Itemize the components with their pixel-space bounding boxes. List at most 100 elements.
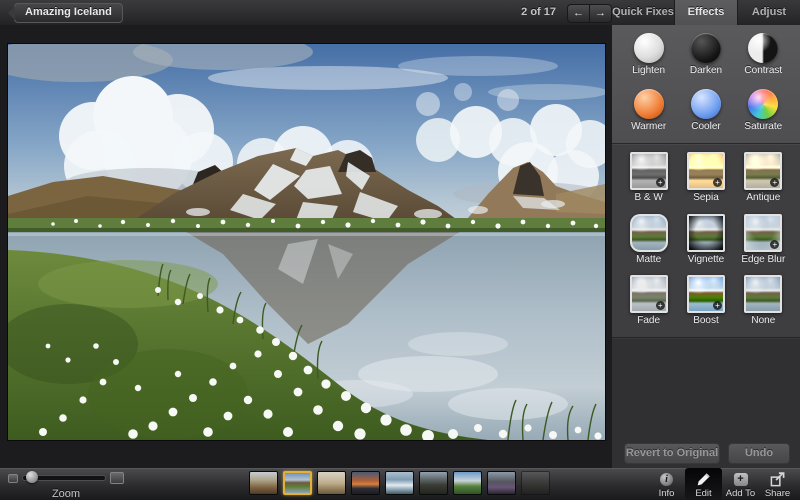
preset-thumbnail bbox=[744, 275, 783, 314]
preset-label: Matte bbox=[636, 253, 662, 265]
action-label: Share bbox=[764, 488, 791, 499]
preset-thumbnail bbox=[686, 213, 725, 252]
plus-badge-icon: + bbox=[712, 178, 722, 187]
saturate-orb-icon bbox=[748, 89, 779, 119]
preset-thumbnail bbox=[629, 213, 668, 252]
action-label: Info bbox=[658, 488, 675, 499]
main-photo[interactable] bbox=[8, 44, 605, 440]
orb-label: Cooler bbox=[691, 121, 721, 132]
preset-antique[interactable]: + Antique bbox=[735, 150, 792, 212]
effect-saturate[interactable]: Saturate bbox=[735, 85, 792, 141]
next-photo-button[interactable]: → bbox=[589, 4, 612, 23]
effect-contrast[interactable]: Contrast bbox=[735, 29, 792, 85]
effect-orbs-section: Lighten Darken Contrast Warmer Cooler Sa… bbox=[612, 25, 800, 143]
previous-photo-button[interactable]: ← bbox=[567, 4, 589, 23]
warmer-orb-icon bbox=[633, 89, 664, 119]
revert-to-original-button[interactable]: Revert to Original bbox=[624, 443, 720, 464]
edit-panel: Quick Fixes Effects Adjust Lighten Darke… bbox=[612, 0, 800, 468]
preset-boost[interactable]: + Boost bbox=[677, 273, 734, 335]
zoom-control: Zoom bbox=[8, 471, 124, 500]
add-to-button[interactable]: + Add To bbox=[722, 468, 759, 500]
preset-bw[interactable]: + B & W bbox=[620, 150, 677, 212]
toolbar-actions: i Info Edit + Add To Share bbox=[648, 468, 796, 500]
orb-label: Darken bbox=[689, 65, 723, 76]
plus-badge-icon: + bbox=[655, 178, 665, 187]
preset-label: Boost bbox=[693, 315, 719, 327]
preset-matte[interactable]: Matte bbox=[620, 212, 677, 274]
zoom-slider[interactable] bbox=[22, 471, 106, 483]
zoom-out-thumbnail-icon bbox=[8, 473, 18, 483]
effect-presets-section: + B & W + Sepia + Antique Matte Vignette… bbox=[612, 143, 800, 337]
photo-stage bbox=[0, 25, 612, 468]
top-bar: Amazing Iceland 2 of 17 ← → bbox=[0, 0, 612, 26]
filmstrip-thumbnail[interactable] bbox=[249, 471, 278, 495]
tab-effects[interactable]: Effects bbox=[674, 0, 737, 25]
preset-fade[interactable]: + Fade bbox=[620, 273, 677, 335]
effect-darken[interactable]: Darken bbox=[677, 29, 734, 85]
share-icon bbox=[770, 471, 785, 486]
shore-band bbox=[8, 218, 605, 232]
share-button[interactable]: Share bbox=[759, 468, 796, 500]
pencil-icon bbox=[697, 472, 710, 485]
zoom-label: Zoom bbox=[51, 488, 81, 500]
preset-thumbnail: + bbox=[686, 152, 725, 190]
action-label: Edit bbox=[695, 488, 712, 499]
preset-label: Fade bbox=[637, 315, 661, 327]
iphoto-edit-window: Amazing Iceland 2 of 17 ← → Quick Fixes … bbox=[0, 0, 800, 500]
tab-adjust[interactable]: Adjust bbox=[737, 0, 800, 25]
lighten-orb-icon bbox=[633, 33, 664, 63]
info-button[interactable]: i Info bbox=[648, 468, 685, 500]
preset-thumbnail: + bbox=[629, 152, 668, 190]
darken-orb-icon bbox=[690, 33, 721, 63]
contrast-orb-icon bbox=[748, 33, 779, 63]
action-label: Add To bbox=[725, 488, 756, 499]
preset-sepia[interactable]: + Sepia bbox=[677, 150, 734, 212]
preset-label: Vignette bbox=[687, 253, 725, 265]
filmstrip-thumbnail[interactable] bbox=[317, 471, 346, 495]
plus-badge-icon: + bbox=[655, 301, 665, 311]
preset-label: Antique bbox=[746, 192, 781, 203]
orb-label: Lighten bbox=[632, 65, 666, 76]
preset-label: B & W bbox=[634, 192, 663, 203]
effect-warmer[interactable]: Warmer bbox=[620, 85, 677, 141]
cooler-orb-icon bbox=[690, 89, 721, 119]
orb-label: Warmer bbox=[631, 121, 667, 132]
filmstrip bbox=[249, 471, 550, 495]
filmstrip-thumbnail[interactable] bbox=[487, 471, 516, 495]
arrow-left-icon: ← bbox=[573, 7, 584, 19]
edit-tabs: Quick Fixes Effects Adjust bbox=[612, 0, 800, 25]
preset-label: Edge Blur bbox=[741, 253, 786, 265]
tab-quick-fixes[interactable]: Quick Fixes bbox=[612, 0, 674, 25]
filmstrip-thumbnail-selected[interactable] bbox=[283, 471, 312, 495]
filmstrip-thumbnail[interactable] bbox=[385, 471, 414, 495]
arrow-right-icon: → bbox=[595, 7, 606, 19]
edit-button[interactable]: Edit bbox=[685, 468, 722, 500]
effect-cooler[interactable]: Cooler bbox=[677, 85, 734, 141]
add-to-icon: + bbox=[733, 472, 748, 486]
zoom-in-thumbnail-icon bbox=[110, 472, 124, 484]
filmstrip-thumbnail[interactable] bbox=[351, 471, 380, 495]
filmstrip-thumbnail[interactable] bbox=[453, 471, 482, 495]
photo-counter: 2 of 17 bbox=[521, 6, 556, 18]
preset-thumbnail: + bbox=[629, 275, 668, 314]
orb-label: Saturate bbox=[744, 121, 783, 132]
preset-thumbnail: + bbox=[686, 275, 725, 314]
preset-label: None bbox=[751, 315, 776, 327]
preset-label: Sepia bbox=[693, 192, 719, 203]
panel-lower-section: Revert to Original Undo bbox=[612, 337, 800, 468]
preset-thumbnail: + bbox=[744, 152, 783, 190]
preset-edge-blur[interactable]: + Edge Blur bbox=[735, 212, 792, 274]
preset-none[interactable]: None bbox=[735, 273, 792, 335]
preset-thumbnail: + bbox=[744, 213, 783, 252]
info-icon: i bbox=[660, 472, 673, 486]
photo-nav-group: ← → bbox=[567, 4, 612, 23]
orb-label: Contrast bbox=[744, 65, 783, 76]
plus-badge-icon: + bbox=[770, 239, 780, 249]
filmstrip-thumbnail[interactable] bbox=[521, 471, 550, 495]
zoom-slider-knob[interactable] bbox=[26, 471, 38, 483]
effect-lighten[interactable]: Lighten bbox=[620, 29, 677, 85]
undo-button[interactable]: Undo bbox=[728, 443, 790, 464]
back-button[interactable]: Amazing Iceland bbox=[8, 3, 123, 23]
preset-vignette[interactable]: Vignette bbox=[677, 212, 734, 274]
filmstrip-thumbnail[interactable] bbox=[419, 471, 448, 495]
